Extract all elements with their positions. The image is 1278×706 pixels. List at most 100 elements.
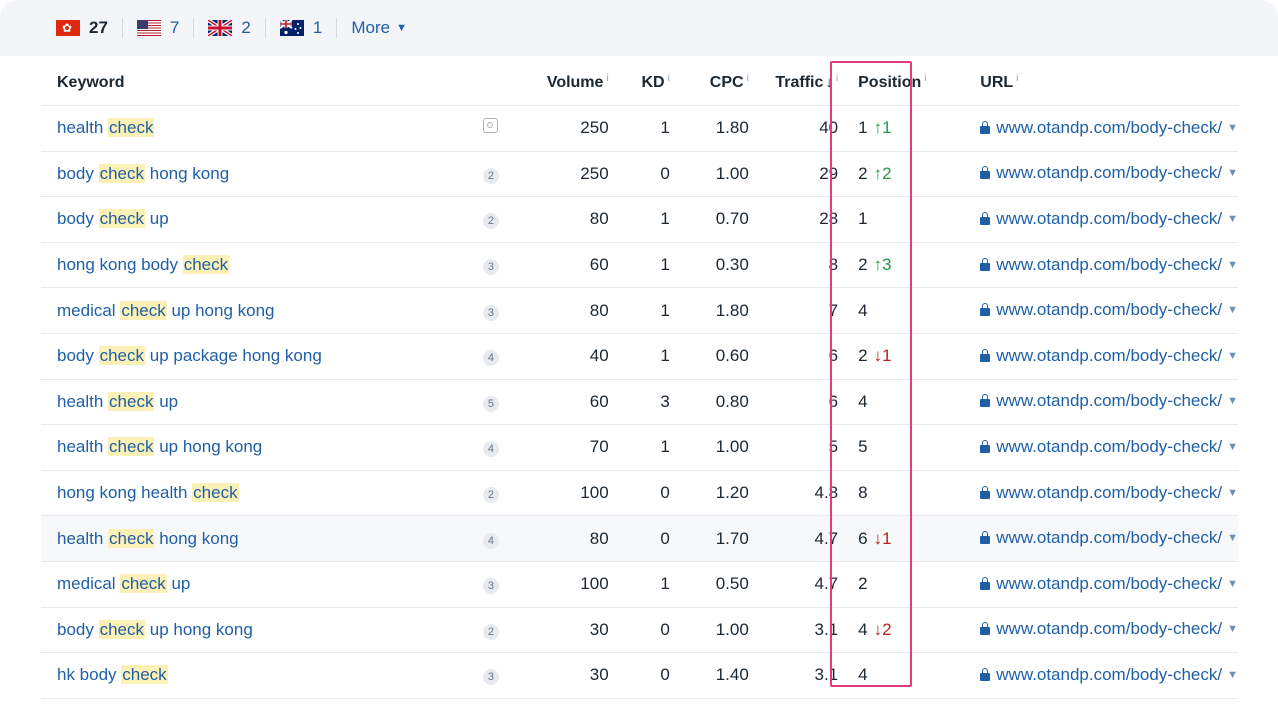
url-link[interactable]: www.otandp.com/body-check/ ▼: [980, 391, 1238, 411]
country-filter-hk[interactable]: 27: [56, 18, 123, 38]
serp-features-badge[interactable]: 4: [482, 441, 499, 458]
keyword-link[interactable]: hong kong health check: [57, 483, 239, 503]
url-cell: www.otandp.com/body-check/ ▼: [962, 561, 1238, 608]
keyword-link[interactable]: health check: [57, 118, 155, 138]
serp-features-badge[interactable]: 3: [482, 669, 499, 686]
serp-features-cell: 3: [482, 242, 523, 289]
position-cell: 6 ↓1: [838, 515, 963, 562]
serp-features-cell: 4: [482, 515, 523, 562]
serp-features-badge[interactable]: 3: [482, 578, 499, 595]
serp-features-badge[interactable]: 4: [482, 350, 499, 367]
column-header-url[interactable]: URL i: [962, 60, 1238, 106]
url-link[interactable]: www.otandp.com/body-check/ ▼: [980, 437, 1238, 457]
caret-down-icon[interactable]: ▼: [1227, 487, 1238, 499]
country-count: 1: [312, 18, 323, 37]
caret-down-icon[interactable]: ▼: [1227, 350, 1238, 362]
traffic-cell: 6: [748, 333, 839, 380]
keyword-match-highlight: check: [120, 574, 167, 594]
url-link[interactable]: www.otandp.com/body-check/ ▼: [980, 300, 1238, 320]
caret-down-icon[interactable]: ▼: [1227, 122, 1238, 134]
keyword-link[interactable]: health check up: [57, 391, 178, 411]
more-countries-button[interactable]: More ▼: [351, 18, 407, 38]
lock-icon: [980, 531, 991, 545]
url-link[interactable]: www.otandp.com/body-check/ ▼: [980, 346, 1238, 366]
sort-down-icon: ↓: [825, 74, 833, 91]
column-header-keyword[interactable]: Keyword: [41, 60, 483, 106]
table-row: hong kong health check 2 100 0 1.20 4.8 8 www.o…: [41, 470, 1238, 517]
keyword-link[interactable]: hk body check: [57, 665, 168, 685]
position-value: 2: [858, 255, 868, 275]
traffic-cell: 6: [748, 379, 839, 426]
column-header-kd[interactable]: KD i: [608, 60, 670, 106]
keyword-link[interactable]: body check up hong kong: [57, 619, 253, 639]
keyword-link[interactable]: hong kong body check: [57, 255, 230, 275]
position-change: ↓1: [873, 346, 892, 366]
caret-down-icon[interactable]: ▼: [1227, 578, 1238, 590]
url-cell: www.otandp.com/body-check/ ▼: [962, 151, 1238, 198]
column-header-position[interactable]: Position i: [838, 60, 963, 106]
serp-features-cell: 2: [482, 196, 523, 243]
url-link[interactable]: www.otandp.com/body-check/ ▼: [980, 163, 1238, 183]
serp-features-badge[interactable]: 2: [482, 167, 499, 184]
table-row: body check up package hong kong 4 40 1 0.60 6…: [41, 333, 1238, 380]
serp-features-badge[interactable]: 4: [482, 532, 499, 549]
url-link[interactable]: www.otandp.com/body-check/ ▼: [980, 118, 1238, 138]
country-filter-au[interactable]: 1: [279, 18, 338, 38]
keyword-match-highlight: check: [120, 300, 167, 320]
keyword-link[interactable]: body check up: [57, 209, 169, 229]
url-link[interactable]: www.otandp.com/body-check/ ▼: [980, 209, 1238, 229]
caret-down-icon[interactable]: ▼: [1227, 304, 1238, 316]
position-value: 2: [858, 163, 868, 183]
caret-down-icon[interactable]: ▼: [1227, 167, 1238, 179]
column-header-traffic[interactable]: Traffic ↓ i: [748, 60, 839, 106]
url-link[interactable]: www.otandp.com/body-check/ ▼: [980, 574, 1238, 594]
kd-cell: 1: [608, 561, 670, 608]
url-link[interactable]: www.otandp.com/body-check/ ▼: [980, 619, 1238, 639]
keyword-link[interactable]: medical check up: [57, 574, 190, 594]
us-flag-icon: [136, 20, 161, 36]
url-link[interactable]: www.otandp.com/body-check/ ▼: [980, 665, 1238, 685]
cpc-cell: 0.60: [669, 333, 749, 380]
serp-features-badge[interactable]: 5: [482, 395, 499, 412]
serp-features-badge[interactable]: 2: [482, 623, 499, 640]
caret-down-icon[interactable]: ▼: [1227, 532, 1238, 544]
keyword-link[interactable]: health check hong kong: [57, 528, 239, 548]
caret-down-icon[interactable]: ▼: [1227, 441, 1238, 453]
position-value: 4: [858, 300, 868, 320]
keyword-link[interactable]: medical check up hong kong: [57, 300, 275, 320]
caret-down-icon[interactable]: ▼: [1227, 259, 1238, 271]
keyword-link[interactable]: health check up hong kong: [57, 437, 262, 457]
country-filter-gb[interactable]: 2: [208, 18, 266, 38]
volume-cell: 60: [522, 242, 609, 289]
lock-icon: [980, 257, 991, 271]
table-row: medical check up hong kong 3 80 1 1.80 7 4 www.…: [41, 287, 1238, 334]
serp-features-badge[interactable]: 3: [482, 259, 499, 276]
cpc-cell: 0.70: [669, 196, 749, 243]
traffic-cell: 4.7: [748, 561, 839, 608]
keyword-cell: hk body check: [41, 652, 483, 699]
keyword-link[interactable]: body check up package hong kong: [57, 346, 322, 366]
url-link[interactable]: www.otandp.com/body-check/ ▼: [980, 528, 1238, 548]
column-header-cpc[interactable]: CPC i: [669, 60, 749, 106]
keyword-link[interactable]: body check hong kong: [57, 163, 229, 183]
position-change: ↓1: [873, 528, 892, 548]
caret-down-icon[interactable]: ▼: [1227, 623, 1238, 635]
country-filter-us[interactable]: 7: [136, 18, 195, 38]
keyword-cell: hong kong health check: [41, 470, 483, 517]
serp-features-cell: [482, 105, 523, 152]
kd-cell: 0: [608, 515, 670, 562]
caret-down-icon[interactable]: ▼: [1227, 395, 1238, 407]
column-header-volume[interactable]: Volume i: [522, 60, 609, 106]
serp-features-badge[interactable]: 3: [482, 304, 499, 321]
caret-down-icon[interactable]: ▼: [1227, 669, 1238, 681]
url-link[interactable]: www.otandp.com/body-check/ ▼: [980, 483, 1238, 503]
image-serp-icon[interactable]: [482, 118, 498, 134]
caret-down-icon[interactable]: ▼: [1227, 213, 1238, 225]
url-link[interactable]: www.otandp.com/body-check/ ▼: [980, 255, 1238, 275]
serp-features-badge[interactable]: 2: [482, 487, 499, 504]
position-cell: 1: [838, 196, 963, 243]
serp-features-badge[interactable]: 2: [482, 213, 499, 230]
cpc-cell: 1.70: [669, 515, 749, 562]
position-cell: 2 ↑3: [838, 242, 963, 289]
cpc-cell: 1.80: [669, 105, 749, 152]
